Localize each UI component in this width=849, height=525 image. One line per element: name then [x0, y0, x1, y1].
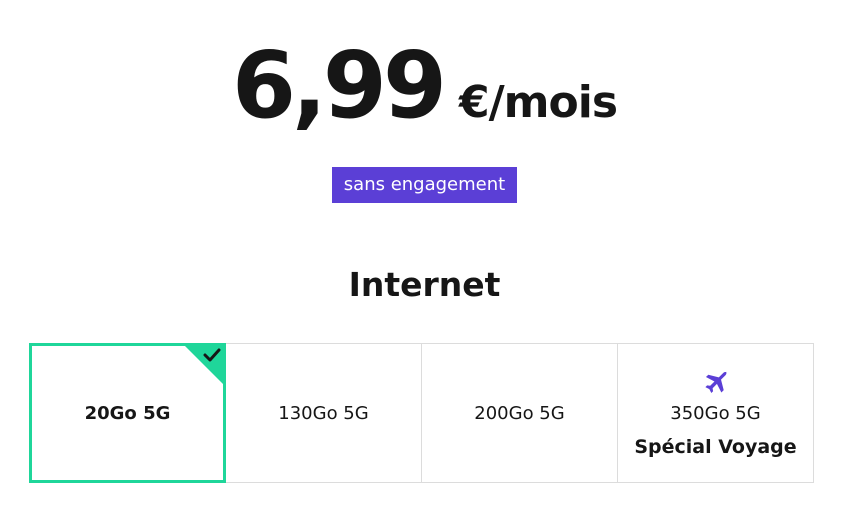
option-label: 130Go 5G	[278, 402, 369, 424]
check-icon	[203, 348, 221, 362]
option-350go-5g-special-voyage[interactable]: 350Go 5G Spécial Voyage	[617, 343, 814, 483]
internet-section-title: Internet	[348, 265, 501, 304]
price-amount: 6,99	[231, 32, 447, 139]
price-unit: €/mois	[458, 77, 618, 128]
no-commitment-badge: sans engagement	[331, 167, 518, 203]
option-130go-5g[interactable]: 130Go 5G	[225, 343, 422, 483]
option-sublabel: Spécial Voyage	[634, 435, 797, 458]
data-plan-options: 20Go 5G 130Go 5G 200Go 5G 350Go 5G Spéci…	[29, 343, 819, 483]
option-label: 200Go 5G	[474, 402, 565, 424]
airplane-icon	[704, 370, 727, 393]
price-display: 6,99 €/mois	[0, 32, 849, 139]
option-200go-5g[interactable]: 200Go 5G	[421, 343, 618, 483]
option-label: 350Go 5G	[670, 402, 761, 424]
badge-container: sans engagement	[0, 167, 849, 203]
option-20go-5g[interactable]: 20Go 5G	[29, 343, 226, 483]
option-label: 20Go 5G	[84, 402, 171, 424]
